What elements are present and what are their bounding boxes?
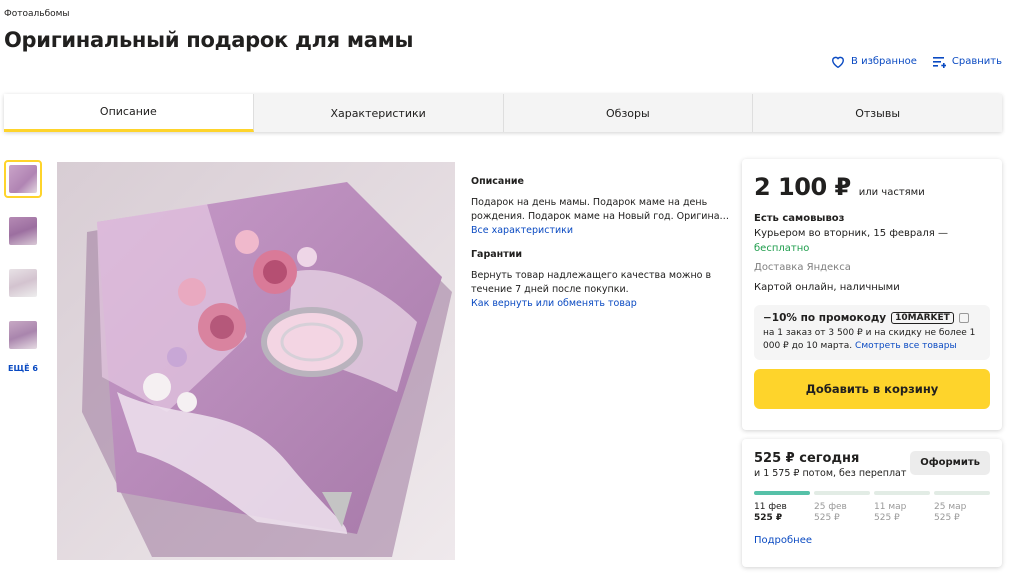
product-image[interactable] xyxy=(57,162,455,560)
pickup-info: Есть самовывоз xyxy=(754,213,845,224)
promo-block: −10% по промокоду 10MARKET на 1 заказ от… xyxy=(754,305,990,360)
courier-info: Курьером во вторник, 15 февраля — xyxy=(754,228,948,239)
compare-label: Сравнить xyxy=(951,56,1002,67)
payment-methods: Картой онлайн, наличными xyxy=(754,282,900,293)
split-payment-date: 25 мар xyxy=(934,502,967,512)
compare-icon xyxy=(932,56,946,68)
all-specs-link[interactable]: Все характеристики xyxy=(471,224,733,238)
page-title: Оригинальный подарок для мамы xyxy=(4,28,414,52)
split-progress-segment xyxy=(814,491,870,495)
delivery-provider: Доставка Яндекса xyxy=(754,262,851,273)
favorite-label: В избранное xyxy=(851,56,917,67)
description-block: Описание Подарок на день мамы. Подарок м… xyxy=(471,175,733,311)
courier-free: бесплатно xyxy=(754,243,810,254)
split-progress-segment xyxy=(874,491,930,495)
tab-reviews-video[interactable]: Обзоры xyxy=(503,94,754,132)
split-progress xyxy=(754,491,990,495)
favorite-button[interactable]: В избранное xyxy=(831,55,917,68)
tab-reviews[interactable]: Отзывы xyxy=(753,94,1002,132)
heart-icon xyxy=(832,56,844,68)
add-to-cart-button[interactable]: Добавить в корзину xyxy=(754,369,990,409)
description-text: рождения. Подарок маме на Новый год. Ори… xyxy=(471,211,733,222)
split-later-amount: и 1 575 ₽ потом, без переплат xyxy=(754,468,907,479)
guarantee-text: Вернуть товар надлежащего качества можно… xyxy=(471,270,712,295)
thumbnail-image xyxy=(9,217,37,245)
copy-icon[interactable] xyxy=(958,313,969,323)
description-heading: Описание xyxy=(471,176,525,187)
product-tabs: Описание Характеристики Обзоры Отзывы xyxy=(4,94,1002,132)
offer-card: 2 100 ₽ или частями Есть самовывоз Курье… xyxy=(742,159,1002,430)
split-details-link[interactable]: Подробнее xyxy=(754,535,990,546)
tab-specs[interactable]: Характеристики xyxy=(253,94,504,132)
split-payment-date: 11 мар xyxy=(874,502,907,512)
installments-label[interactable]: или частями xyxy=(859,187,925,198)
promo-see-all-link[interactable]: Смотреть все товары xyxy=(855,341,957,351)
promo-title: −10% по промокоду xyxy=(763,312,887,324)
split-order-button[interactable]: Оформить xyxy=(910,451,990,475)
thumbnail-image xyxy=(9,269,37,297)
photo-album-illustration xyxy=(57,162,455,560)
thumbnail-image xyxy=(9,321,37,349)
description-text: Подарок на день мамы. Подарок маме на де… xyxy=(471,197,708,208)
split-payment-amount: 525 ₽ xyxy=(754,513,783,523)
split-payment: 25 фев 525 ₽ xyxy=(814,502,870,524)
split-payment: 25 мар 525 ₽ xyxy=(934,502,990,524)
split-progress-segment xyxy=(754,491,810,495)
thumbnail[interactable] xyxy=(4,316,42,354)
thumbnail[interactable] xyxy=(4,160,42,198)
split-payment-date: 25 фев xyxy=(814,502,847,512)
guarantee-heading: Гарантии xyxy=(471,249,523,260)
breadcrumb[interactable]: Фотоальбомы xyxy=(4,9,70,19)
split-payment: 11 мар 525 ₽ xyxy=(874,502,930,524)
thumbnail[interactable] xyxy=(4,264,42,302)
thumbnail-strip: ЕЩЁ 6 xyxy=(4,160,44,373)
tab-description[interactable]: Описание xyxy=(4,94,254,132)
split-payment: 11 фев 525 ₽ xyxy=(754,502,810,524)
return-policy-link[interactable]: Как вернуть или обменять товар xyxy=(471,297,733,311)
split-payment-card: 525 ₽ сегодня и 1 575 ₽ потом, без переп… xyxy=(742,439,1002,567)
thumbnail[interactable] xyxy=(4,212,42,250)
price: 2 100 ₽ xyxy=(754,173,851,201)
product-actions: В избранное Сравнить xyxy=(831,55,1002,68)
promo-code[interactable]: 10MARKET xyxy=(891,312,954,324)
compare-button[interactable]: Сравнить xyxy=(932,55,1002,68)
split-payment-amount: 525 ₽ xyxy=(934,513,960,523)
split-progress-segment xyxy=(934,491,990,495)
more-photos-link[interactable]: ЕЩЁ 6 xyxy=(4,364,42,373)
split-payment-date: 11 фев xyxy=(754,502,787,512)
thumbnail-image xyxy=(9,165,37,193)
split-today-amount: 525 ₽ сегодня xyxy=(754,451,860,466)
split-schedule: 11 фев 525 ₽ 25 фев 525 ₽ 11 мар 525 ₽ 2… xyxy=(754,502,990,524)
split-payment-amount: 525 ₽ xyxy=(814,513,840,523)
split-payment-amount: 525 ₽ xyxy=(874,513,900,523)
